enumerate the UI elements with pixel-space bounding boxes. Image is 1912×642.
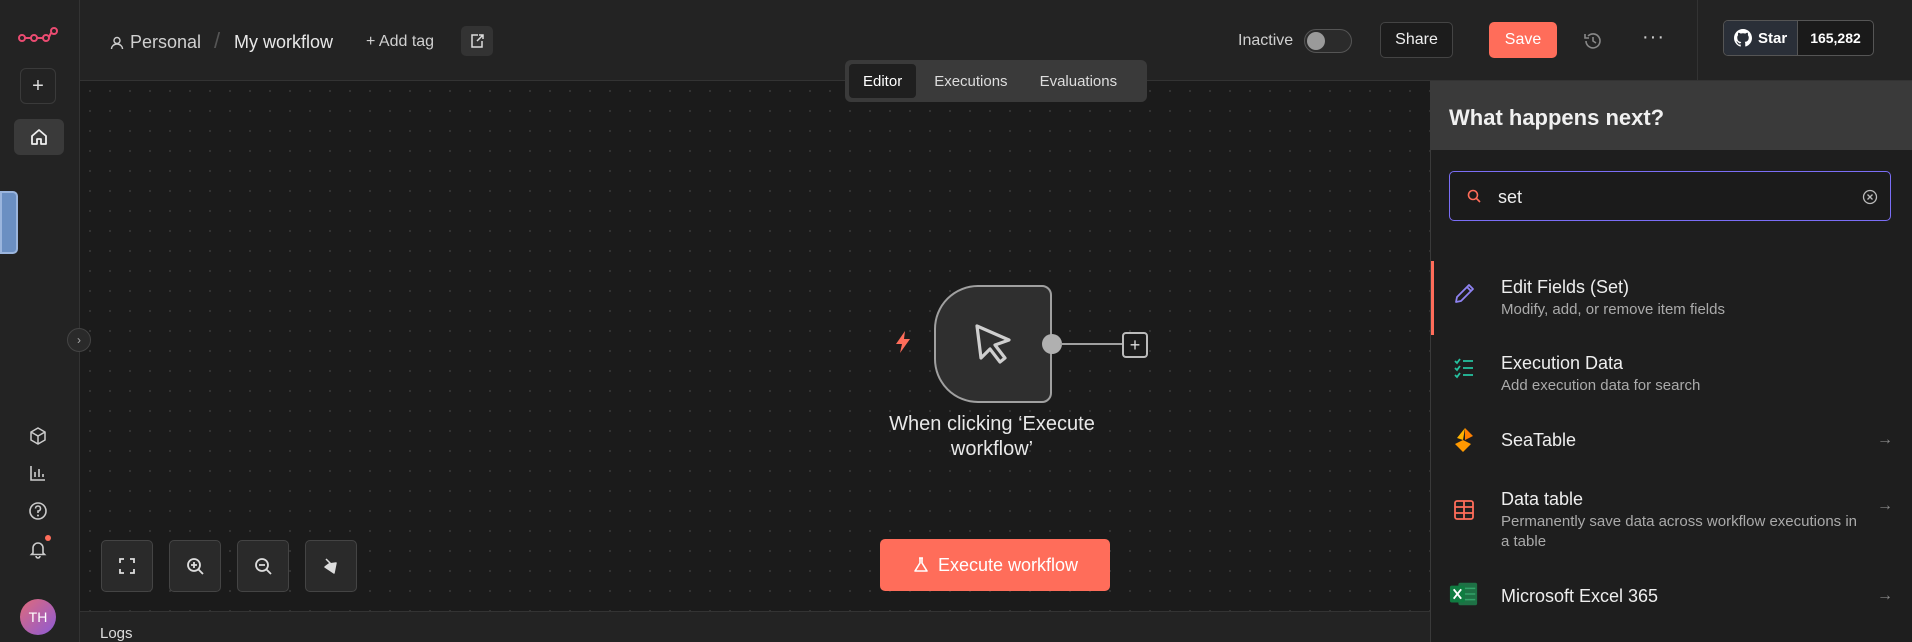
list-item[interactable]: Microsoft Excel 365 → [1431,571,1912,631]
plus-icon: + [32,74,44,97]
tidy-up-button[interactable] [305,540,357,592]
logs-bar[interactable]: Logs [80,611,1430,642]
item-title: Data table [1501,489,1584,509]
github-star-button[interactable]: Star 165,282 [1723,20,1874,56]
cube-icon [30,427,46,445]
tab-editor[interactable]: Editor [849,64,917,98]
toggle-knob [1307,32,1325,50]
github-icon [1734,29,1752,47]
execute-workflow-label: Execute workflow [937,554,1079,575]
avatar-initials: TH [28,609,48,625]
home-button[interactable] [14,119,64,155]
home-icon [31,129,47,145]
add-tag-button[interactable]: + Add tag [366,33,434,51]
arrow-right-icon: → [1877,497,1893,514]
app-root: + TH › Personal / My workflow + Add tag … [0,0,1912,642]
breadcrumb-separator: / [214,28,221,53]
tab-evaluations[interactable]: Evaluations [1026,64,1132,98]
import-icon [471,34,484,48]
trigger-node-label: When clicking ‘Execute workflow’ [889,413,1095,460]
left-rail: + TH [0,0,80,642]
item-desc: Modify, add, or remove item fields [1501,301,1725,318]
list-item[interactable]: SeaTable → [1431,411,1912,473]
item-desc: Add execution data for search [1501,377,1701,394]
n8n-logo-icon[interactable] [18,26,58,46]
user-avatar[interactable]: TH [20,599,56,635]
workflow-canvas[interactable] [80,81,1430,611]
sidebar-collapse-button[interactable]: › [67,328,91,352]
cursor-click-icon [975,324,1011,364]
canvas-controls [101,540,357,592]
share-button[interactable]: Share [1380,22,1453,58]
execute-workflow-button[interactable]: Execute workflow [880,539,1110,591]
notification-badge [45,535,51,541]
github-star-label: Star [1758,29,1788,47]
notifications-button[interactable] [27,538,49,560]
history-icon[interactable] [1582,30,1604,52]
insights-button[interactable] [27,462,49,484]
node-search-input[interactable] [1498,184,1838,210]
node-creator-panel: What happens next? Edit Fields (Set) Mod… [1430,81,1912,642]
excel-icon [1449,579,1479,609]
github-star-count: 165,282 [1810,30,1861,46]
create-button[interactable]: + [20,68,56,104]
item-title: Edit Fields (Set) [1501,277,1630,297]
node-connection-line [1060,343,1123,345]
table-icon [1449,495,1479,525]
checklist-icon [1449,353,1479,383]
lightning-bolt-icon [896,331,910,353]
arrow-right-icon: → [1877,587,1893,604]
panel-title: What happens next? [1449,105,1665,130]
view-tabs: Editor Executions Evaluations [845,60,1147,102]
node-results-list: Edit Fields (Set) Modify, add, or remove… [1431,261,1912,631]
user-icon [110,36,124,49]
item-title: SeaTable [1501,430,1577,450]
more-options-icon[interactable]: ··· [1642,26,1665,49]
arrow-right-icon: → [1877,431,1893,448]
plus-icon: + [1129,334,1141,355]
add-node-button[interactable]: + [1122,332,1148,358]
bell-icon [29,542,47,559]
zoom-out-icon [255,558,272,575]
pencil-icon [1449,279,1479,309]
status-label: Inactive [1238,32,1294,49]
side-drawer-handle[interactable] [0,191,18,254]
item-title: Execution Data [1501,353,1624,373]
trigger-node[interactable] [934,285,1052,403]
tab-executions[interactable]: Executions [920,64,1021,98]
import-button[interactable] [461,26,493,56]
header-divider [1697,0,1698,81]
save-button[interactable]: Save [1489,22,1557,58]
panel-header: What happens next? [1431,81,1912,150]
project-name: Personal [130,32,202,52]
fit-view-icon [119,558,135,574]
node-output-handle[interactable] [1042,334,1062,354]
breadcrumb-project[interactable]: Personal [110,32,201,53]
broom-icon [324,558,337,574]
seatable-icon [1449,425,1479,455]
zoom-in-icon [187,558,204,575]
list-item[interactable]: Edit Fields (Set) Modify, add, or remove… [1431,261,1912,335]
help-button[interactable] [27,500,49,522]
logs-label: Logs [100,625,133,642]
list-item[interactable]: Data table Permanently save data across … [1431,473,1912,571]
flask-icon [914,557,928,572]
clear-search-icon[interactable] [1862,189,1878,205]
fit-view-button[interactable] [101,540,153,592]
github-star-left: Star [1724,21,1799,55]
list-item[interactable]: Execution Data Add execution data for se… [1431,335,1912,411]
zoom-in-button[interactable] [169,540,221,592]
help-circle-icon [29,502,47,520]
active-toggle[interactable] [1304,29,1352,53]
chevron-right-icon: › [77,333,81,347]
node-search-box[interactable] [1449,171,1891,221]
item-desc: Permanently save data across workflow ex… [1501,513,1858,550]
workflow-title[interactable]: My workflow [234,32,333,53]
templates-button[interactable] [27,425,49,447]
bar-chart-icon [30,466,45,481]
zoom-out-button[interactable] [237,540,289,592]
item-title: Microsoft Excel 365 [1501,586,1659,606]
search-icon [1467,189,1481,203]
